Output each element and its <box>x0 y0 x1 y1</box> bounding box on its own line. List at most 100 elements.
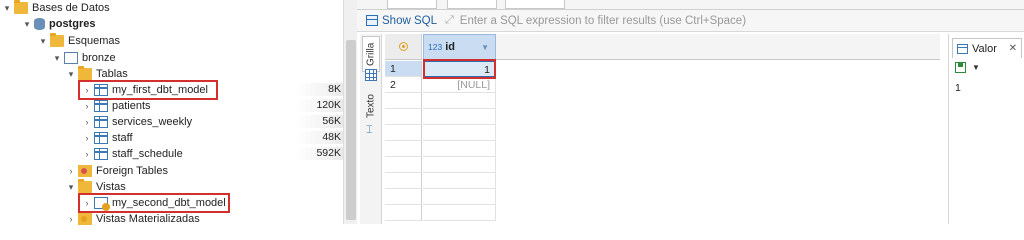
editor-tab-strip <box>357 0 1024 10</box>
foreign-tables-icon <box>78 165 92 177</box>
table-size: 120K <box>295 99 343 112</box>
empty-row <box>385 109 940 125</box>
highlight-box <box>78 193 230 213</box>
chevron-right-icon[interactable]: › <box>66 214 76 224</box>
chevron-down-icon[interactable]: ▾ <box>66 69 76 80</box>
table-item[interactable]: › patients <box>82 98 151 114</box>
tab-valor[interactable]: Valor ✕ <box>952 38 1022 58</box>
empty-row <box>385 189 940 205</box>
chevron-right-icon[interactable]: › <box>82 101 92 111</box>
table-name: patients <box>112 100 151 112</box>
value-panel: Valor ✕ ▼ 1 <box>948 34 1024 224</box>
folder-icon <box>78 179 92 193</box>
show-sql-label: Show SQL <box>382 14 437 27</box>
tree-item-bronze[interactable]: ▾ bronze <box>52 50 116 66</box>
chevron-down-icon[interactable]: ▾ <box>52 53 62 64</box>
row-header-corner[interactable] <box>385 34 422 60</box>
tree-label: Foreign Tables <box>96 165 168 177</box>
table-name: services_weekly <box>112 116 193 128</box>
chevron-down-icon[interactable]: ▼ <box>972 63 980 72</box>
table-icon <box>94 132 108 144</box>
navigator-scrollbar[interactable] <box>343 0 357 224</box>
sort-icon[interactable]: ▼ <box>481 43 489 52</box>
materialized-views-icon <box>78 213 92 225</box>
row-number[interactable]: 1 <box>385 61 422 77</box>
table-item[interactable]: › staff_schedule <box>82 146 183 162</box>
row-number[interactable]: 2 <box>385 77 422 93</box>
chevron-down-icon[interactable]: ▾ <box>22 19 32 30</box>
numeric-type-icon: 123 <box>428 42 443 52</box>
row-number <box>385 109 422 125</box>
tree-item-foreign-tables[interactable]: › Foreign Tables <box>66 163 168 179</box>
close-icon[interactable]: ✕ <box>1009 43 1017 54</box>
tree-label: Tablas <box>96 68 128 80</box>
tree-label: Esquemas <box>68 35 120 47</box>
tab-texto[interactable]: Texto <box>362 90 380 122</box>
tree-item-esquemas[interactable]: ▾ Esquemas <box>38 33 120 49</box>
tab-label: Valor <box>972 42 997 55</box>
cell-id[interactable]: [NULL] <box>423 77 496 93</box>
value-text: 1 <box>955 82 961 94</box>
row-number <box>385 205 422 221</box>
highlight-box <box>78 80 218 100</box>
tree-item-vistas-materializadas[interactable]: › Vistas Materializadas <box>66 211 200 227</box>
row-number <box>385 141 422 157</box>
tree-item-bases[interactable]: ▾ Bases de Datos <box>2 0 110 16</box>
empty-row <box>385 141 940 157</box>
row-number <box>385 125 422 141</box>
cell-id <box>423 109 496 125</box>
cell-id <box>423 205 496 221</box>
sql-icon <box>366 15 378 26</box>
expand-icon[interactable]: ⤢ <box>445 14 454 27</box>
filter-placeholder: Enter a SQL expression to filter results… <box>459 14 747 27</box>
cell-id <box>423 189 496 205</box>
chevron-right-icon[interactable]: › <box>82 117 92 127</box>
table-icon <box>94 100 108 112</box>
table-item[interactable]: › services_weekly <box>82 114 192 130</box>
empty-row <box>385 157 940 173</box>
cell-id <box>423 141 496 157</box>
table-size: 592K <box>295 147 343 160</box>
tab-label: Texto <box>365 94 377 118</box>
tab-grilla[interactable]: Grilla <box>362 36 380 72</box>
editor-tab[interactable] <box>387 0 437 9</box>
chevron-down-icon[interactable]: ▾ <box>66 182 76 193</box>
grid-icon[interactable] <box>365 69 377 81</box>
chevron-right-icon[interactable]: › <box>82 149 92 159</box>
filter-input[interactable]: ⤢ Enter a SQL expression to filter resul… <box>445 14 746 27</box>
editor-tab[interactable] <box>505 0 565 9</box>
scrollbar-thumb[interactable] <box>346 40 356 220</box>
folder-icon <box>14 0 28 14</box>
table-row[interactable]: 2 [NULL] <box>385 77 940 93</box>
tree-label: postgres <box>49 18 96 30</box>
table-size: 8K <box>295 83 343 96</box>
table-size: 56K <box>295 115 343 128</box>
empty-row <box>385 205 940 221</box>
schema-icon <box>64 52 78 64</box>
text-icon[interactable]: ⌶ <box>366 124 376 136</box>
tree-label: Vistas <box>96 181 126 193</box>
value-icon <box>957 43 968 54</box>
table-name: staff <box>112 132 133 144</box>
chevron-right-icon[interactable]: › <box>66 166 76 176</box>
row-number <box>385 189 422 205</box>
row-number <box>385 173 422 189</box>
folder-icon <box>50 33 64 47</box>
chevron-down-icon[interactable]: ▾ <box>2 3 12 14</box>
editor-tab[interactable] <box>447 0 497 9</box>
record-icon <box>398 42 408 51</box>
table-item[interactable]: › staff <box>82 130 133 146</box>
table-icon <box>94 148 108 160</box>
tree-item-postgres[interactable]: ▾ postgres <box>22 16 95 32</box>
column-header-id[interactable]: 123 id ▼ <box>423 34 496 60</box>
table-size: 48K <box>295 131 343 144</box>
tab-label: Grilla <box>365 42 377 66</box>
empty-row <box>385 173 940 189</box>
chevron-down-icon[interactable]: ▾ <box>38 36 48 47</box>
tree-label: Bases de Datos <box>32 2 110 14</box>
chevron-right-icon[interactable]: › <box>82 133 92 143</box>
save-icon[interactable] <box>955 62 966 73</box>
value-toolbar: ▼ <box>955 62 980 73</box>
folder-icon <box>78 66 92 80</box>
show-sql-button[interactable]: Show SQL <box>366 15 437 27</box>
